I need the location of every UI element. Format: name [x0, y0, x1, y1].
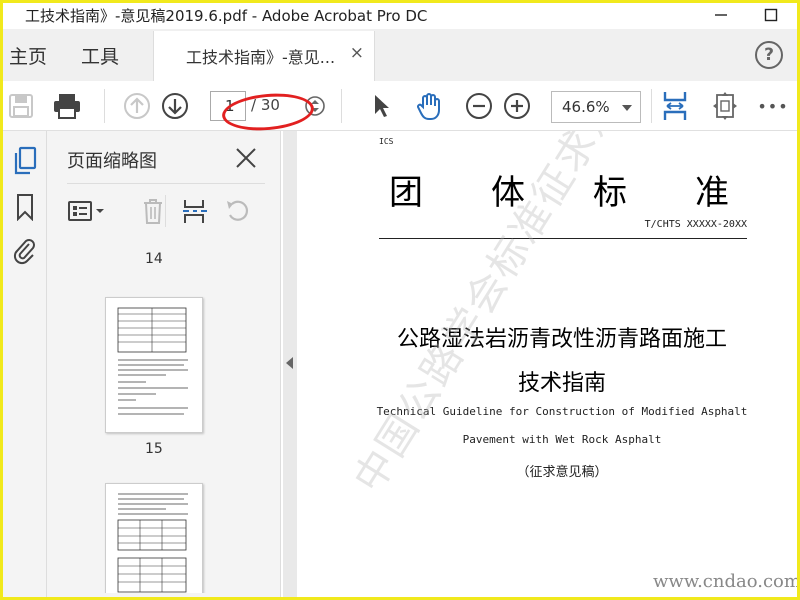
- zoom-value: 46.6%: [562, 98, 610, 116]
- toolbar: 1 / 30 46.6% •••: [3, 81, 797, 134]
- minimize-icon[interactable]: [703, 3, 739, 27]
- document-view[interactable]: ICS 团 体 标 准 T/CHTS XXXXX-20XX 公路湿法岩沥青改性沥…: [297, 131, 797, 597]
- bookmark-icon[interactable]: [7, 189, 43, 225]
- tools-tab[interactable]: 工具: [81, 42, 119, 69]
- thumbnail-page-14[interactable]: [105, 297, 203, 433]
- attachment-icon[interactable]: [7, 233, 43, 269]
- thumbnail-options-icon[interactable]: [67, 195, 107, 227]
- page-down-icon[interactable]: [159, 90, 191, 122]
- thumbnail-list: 14 15: [67, 243, 277, 593]
- delete-icon[interactable]: [137, 195, 169, 227]
- window-title: 工技术指南》-意见稿2019.6.pdf - Adobe Acrobat Pro…: [25, 7, 428, 25]
- chevron-down-icon: [622, 105, 632, 111]
- hand-tool-icon[interactable]: [413, 90, 445, 122]
- title-bar: 工技术指南》-意见稿2019.6.pdf - Adobe Acrobat Pro…: [3, 3, 797, 29]
- chinese-title-line-2: 技术指南: [517, 371, 606, 396]
- header-rule: [379, 238, 747, 239]
- ics-label: ICS: [379, 137, 394, 146]
- save-icon[interactable]: [5, 90, 37, 122]
- top-nav: 主页 工具 工技术指南》-意见... × ?: [3, 29, 797, 81]
- chevron-left-icon: [286, 357, 293, 369]
- document-tab-label: 工技术指南》-意见...: [186, 48, 336, 67]
- toolbar-separator: [341, 89, 342, 123]
- document-tab[interactable]: 工技术指南》-意见... ×: [153, 31, 375, 81]
- help-icon[interactable]: ?: [755, 41, 783, 69]
- more-icon[interactable]: •••: [757, 90, 789, 122]
- thumbnail-label: 14: [145, 251, 163, 267]
- fit-width-icon[interactable]: [659, 90, 691, 122]
- rotate-icon[interactable]: [221, 195, 253, 227]
- standard-title-char: 标: [593, 173, 627, 213]
- panel-divider: [67, 183, 265, 184]
- page-up-icon[interactable]: [121, 90, 153, 122]
- zoom-out-icon[interactable]: [463, 90, 495, 122]
- home-tab[interactable]: 主页: [9, 42, 47, 69]
- chinese-title-line-1: 公路湿法岩沥青改性沥青路面施工: [396, 327, 727, 352]
- thumbnail-label: 15: [145, 441, 163, 457]
- insert-page-icon[interactable]: [179, 195, 211, 227]
- standard-title-char: 团: [389, 173, 423, 213]
- zoom-in-icon[interactable]: [501, 90, 533, 122]
- fit-page-icon[interactable]: [709, 90, 741, 122]
- page-thumbnails-icon[interactable]: [7, 143, 43, 179]
- panel-collapse-handle[interactable]: [283, 131, 297, 597]
- close-icon[interactable]: [231, 143, 261, 173]
- print-icon[interactable]: [51, 90, 83, 122]
- toolbar-separator: [651, 89, 652, 123]
- maximize-icon[interactable]: [753, 3, 789, 27]
- select-cursor-icon[interactable]: [365, 90, 397, 122]
- thumbnail-panel: 页面缩略图 14 15: [47, 131, 316, 597]
- panel-title: 页面缩略图: [67, 151, 157, 172]
- site-watermark: www.cndao.com: [653, 571, 797, 592]
- app-window: 工技术指南》-意见稿2019.6.pdf - Adobe Acrobat Pro…: [0, 0, 800, 600]
- standard-code: T/CHTS XXXXX-20XX: [644, 219, 747, 230]
- zoom-select[interactable]: 46.6%: [551, 91, 641, 123]
- close-icon[interactable]: ×: [350, 43, 364, 63]
- left-rail: [3, 131, 47, 597]
- standard-title-char: 准: [695, 173, 729, 213]
- toolbar-separator: [104, 89, 105, 123]
- thumbnail-page-15[interactable]: [105, 483, 203, 593]
